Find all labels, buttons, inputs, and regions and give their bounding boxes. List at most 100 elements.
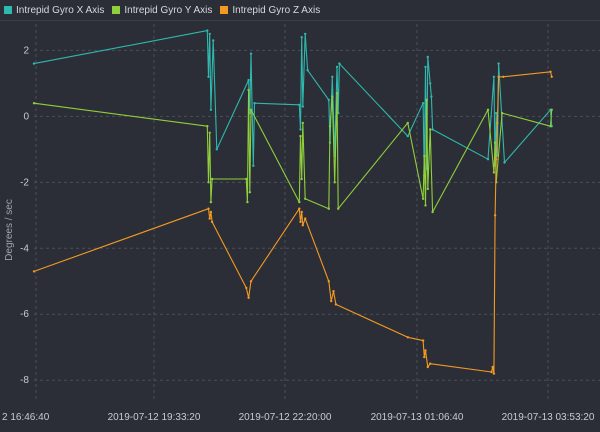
data-point[interactable] <box>206 125 209 128</box>
data-point[interactable] <box>431 210 434 214</box>
data-point[interactable] <box>486 158 490 161</box>
data-point[interactable] <box>245 177 248 181</box>
data-point[interactable] <box>249 280 253 283</box>
data-point[interactable] <box>212 39 215 42</box>
data-point[interactable] <box>493 214 497 217</box>
data-point[interactable] <box>300 177 303 181</box>
data-point[interactable] <box>495 111 498 115</box>
data-point[interactable] <box>304 197 307 200</box>
data-point[interactable] <box>32 102 36 105</box>
data-point[interactable] <box>209 200 213 204</box>
data-point[interactable] <box>426 365 429 369</box>
data-point[interactable] <box>328 125 332 128</box>
data-point[interactable] <box>332 290 335 293</box>
data-point[interactable] <box>497 62 500 65</box>
data-point[interactable] <box>333 181 336 184</box>
data-point[interactable] <box>253 102 256 105</box>
data-point[interactable] <box>327 280 330 283</box>
data-point[interactable] <box>549 125 552 128</box>
data-point[interactable] <box>327 207 330 210</box>
series-line-0[interactable] <box>33 30 553 177</box>
data-point[interactable] <box>245 286 248 290</box>
data-point[interactable] <box>301 121 304 125</box>
data-point[interactable] <box>331 95 334 98</box>
data-point[interactable] <box>430 95 433 98</box>
data-point[interactable] <box>331 75 334 79</box>
data-point[interactable] <box>424 65 427 69</box>
data-point[interactable] <box>406 336 409 339</box>
data-point[interactable] <box>301 105 304 108</box>
data-point[interactable] <box>207 207 210 210</box>
data-point[interactable] <box>497 75 500 79</box>
data-point[interactable] <box>301 224 304 227</box>
data-point[interactable] <box>247 78 250 82</box>
data-point[interactable] <box>306 69 309 72</box>
data-point[interactable] <box>300 36 303 39</box>
data-point[interactable] <box>215 148 218 151</box>
data-point[interactable] <box>429 128 432 131</box>
data-point[interactable] <box>406 134 409 138</box>
data-point[interactable] <box>406 121 409 125</box>
data-point[interactable] <box>424 349 427 352</box>
data-point[interactable] <box>252 164 255 167</box>
data-point[interactable] <box>486 108 490 112</box>
data-point[interactable] <box>247 88 250 92</box>
data-point[interactable] <box>208 32 211 36</box>
data-point[interactable] <box>298 103 301 107</box>
data-point[interactable] <box>207 75 210 79</box>
data-point[interactable] <box>247 296 250 299</box>
data-point[interactable] <box>490 370 493 374</box>
data-point[interactable] <box>421 102 425 105</box>
data-point[interactable] <box>327 98 330 102</box>
data-point[interactable] <box>300 210 303 214</box>
data-point[interactable] <box>207 181 210 184</box>
data-point[interactable] <box>496 121 499 125</box>
data-point[interactable] <box>550 75 553 79</box>
data-point[interactable] <box>431 128 434 131</box>
data-point[interactable] <box>495 158 498 161</box>
data-point[interactable] <box>335 65 339 69</box>
data-point[interactable] <box>249 108 253 112</box>
data-point[interactable] <box>424 204 427 207</box>
data-point[interactable] <box>425 98 428 102</box>
data-point[interactable] <box>429 82 432 85</box>
data-point[interactable] <box>423 355 426 359</box>
data-point[interactable] <box>493 141 497 144</box>
data-point[interactable] <box>299 134 302 138</box>
data-point[interactable] <box>32 270 36 273</box>
data-point[interactable] <box>304 217 307 220</box>
data-point[interactable] <box>503 161 506 164</box>
data-point[interactable] <box>208 217 211 220</box>
data-point[interactable] <box>426 55 429 59</box>
data-point[interactable] <box>421 197 425 200</box>
data-point[interactable] <box>421 339 425 342</box>
data-point[interactable] <box>492 75 496 79</box>
data-point[interactable] <box>248 191 251 194</box>
data-point[interactable] <box>426 187 429 191</box>
data-point[interactable] <box>492 372 496 375</box>
series-line-1[interactable] <box>33 89 553 213</box>
data-point[interactable] <box>249 52 253 55</box>
data-point[interactable] <box>330 299 333 303</box>
data-point[interactable] <box>32 62 36 65</box>
data-point[interactable] <box>298 207 301 210</box>
data-point[interactable] <box>210 220 214 224</box>
data-point[interactable] <box>550 108 553 112</box>
data-point[interactable] <box>209 108 213 112</box>
data-point[interactable] <box>298 200 301 204</box>
data-point[interactable] <box>423 154 426 158</box>
data-point[interactable] <box>208 131 211 134</box>
data-point[interactable] <box>210 177 214 181</box>
data-point[interactable] <box>429 362 432 365</box>
data-point[interactable] <box>299 220 302 224</box>
data-point[interactable] <box>492 171 496 174</box>
series-line-2[interactable] <box>33 71 553 375</box>
data-point[interactable] <box>549 70 552 74</box>
data-point[interactable] <box>335 92 339 95</box>
data-point[interactable] <box>299 128 302 131</box>
data-point[interactable] <box>337 207 340 210</box>
data-point[interactable] <box>338 62 341 65</box>
data-point[interactable] <box>304 32 307 36</box>
data-point[interactable] <box>500 111 504 115</box>
data-point[interactable] <box>491 365 494 369</box>
